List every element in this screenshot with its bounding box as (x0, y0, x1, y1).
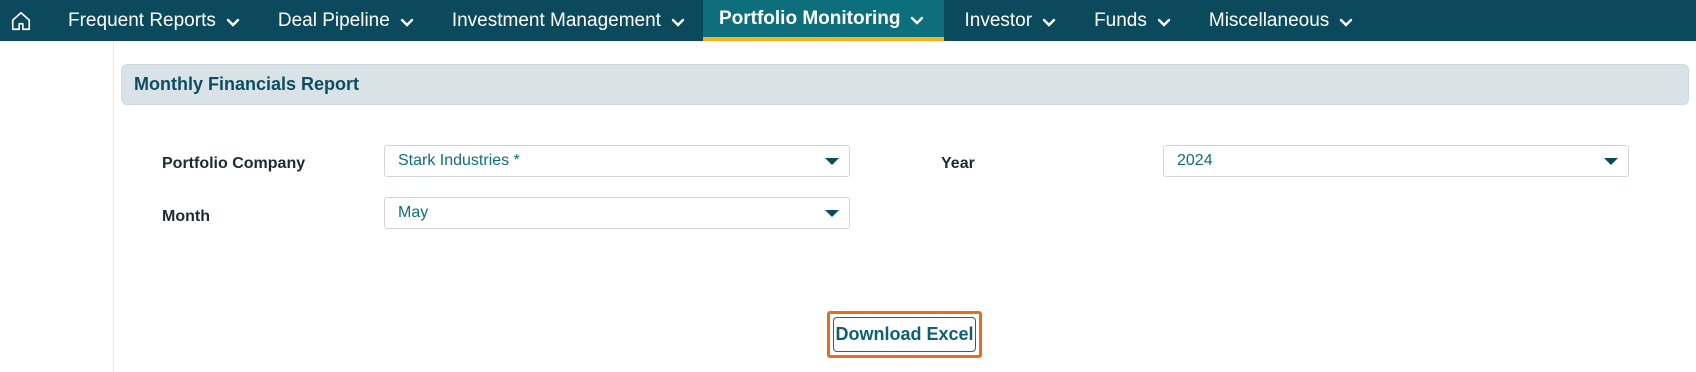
caret-down-icon (1604, 158, 1618, 165)
nav-item-label: Investor (964, 9, 1033, 31)
portfolio-company-value: Stark Industries * (398, 152, 520, 169)
chevron-down-icon (1339, 18, 1353, 28)
nav-investor[interactable]: Investor (944, 0, 1074, 41)
year-value: 2024 (1177, 152, 1213, 169)
panel-header: Monthly Financials Report (121, 64, 1689, 105)
nav-investment-management[interactable]: Investment Management (432, 0, 703, 41)
chevron-down-icon (671, 18, 685, 28)
nav-item-label: Portfolio Monitoring (718, 7, 901, 29)
nav-frequent-reports[interactable]: Frequent Reports (42, 0, 258, 41)
month-value: May (398, 204, 429, 221)
nav-miscellaneous[interactable]: Miscellaneous (1189, 0, 1371, 41)
nav-funds[interactable]: Funds (1074, 0, 1189, 41)
year-select[interactable]: 2024 (1163, 145, 1629, 177)
nav-item-label: Miscellaneous (1208, 9, 1330, 31)
nav-item-label: Frequent Reports (68, 9, 216, 31)
caret-down-icon (825, 210, 839, 217)
chevron-down-icon (910, 16, 924, 26)
nav-item-label: Investment Management (451, 9, 661, 31)
year-label: Year (941, 155, 975, 172)
home-icon (11, 11, 31, 30)
portfolio-company-select[interactable]: Stark Industries * (384, 145, 850, 177)
download-highlight: Download Excel (827, 311, 982, 358)
top-nav: Frequent Reports Deal Pipeline Investmen… (0, 0, 1696, 41)
month-label: Month (162, 208, 210, 225)
nav-item-label: Deal Pipeline (277, 9, 390, 31)
chevron-down-icon (226, 18, 240, 28)
nav-deal-pipeline[interactable]: Deal Pipeline (258, 0, 432, 41)
chevron-down-icon (400, 18, 414, 28)
nav-item-label: Funds (1094, 9, 1147, 31)
chevron-down-icon (1157, 18, 1171, 28)
download-excel-button[interactable]: Download Excel (833, 317, 976, 352)
home-button[interactable] (0, 0, 42, 41)
report-panel: Monthly Financials Report Portfolio Comp… (113, 41, 1696, 372)
portfolio-company-label: Portfolio Company (162, 155, 306, 172)
chevron-down-icon (1042, 18, 1056, 28)
month-select[interactable]: May (384, 197, 850, 229)
page-title: Monthly Financials Report (134, 74, 360, 94)
nav-portfolio-monitoring[interactable]: Portfolio Monitoring (702, 0, 945, 41)
caret-down-icon (825, 158, 839, 165)
